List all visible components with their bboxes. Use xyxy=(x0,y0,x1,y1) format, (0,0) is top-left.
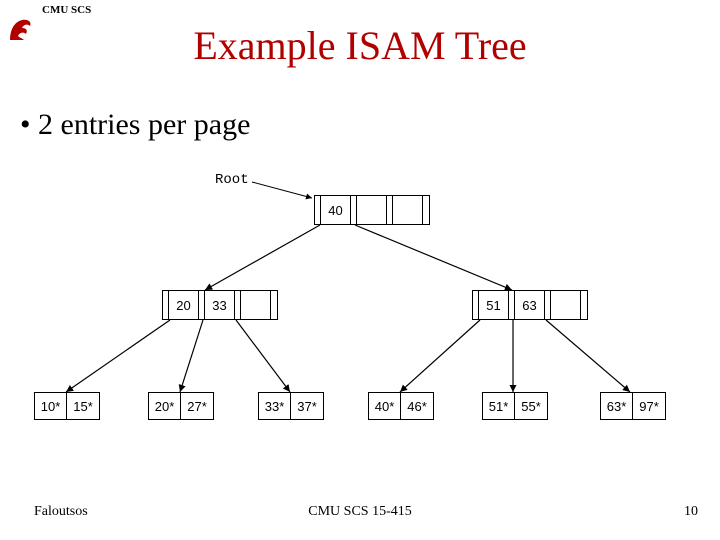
internal-left-key-2 xyxy=(241,291,271,319)
internal-left-key-1: 33 xyxy=(205,291,235,319)
internal-right-key-2 xyxy=(551,291,581,319)
leaf-5-cell-0: 63* xyxy=(601,393,633,419)
leaf-0: 10* 15* xyxy=(34,392,100,420)
internal-node-left: 20 33 xyxy=(162,290,278,320)
leaf-1: 20* 27* xyxy=(148,392,214,420)
bullet-entries-per-page: 2 entries per page xyxy=(20,108,250,142)
internal-right-key-1: 63 xyxy=(515,291,545,319)
leaf-4-cell-1: 55* xyxy=(515,393,547,419)
leaf-4: 51* 55* xyxy=(482,392,548,420)
org-label: CMU SCS xyxy=(42,4,91,16)
leaf-3-cell-1: 46* xyxy=(401,393,433,419)
leaf-5: 63* 97* xyxy=(600,392,666,420)
footer-page-number: 10 xyxy=(684,504,698,520)
leaf-1-cell-0: 20* xyxy=(149,393,181,419)
leaf-0-cell-1: 15* xyxy=(67,393,99,419)
root-key-2 xyxy=(393,196,423,224)
leaf-1-cell-1: 27* xyxy=(181,393,213,419)
slide-title: Example ISAM Tree xyxy=(0,22,720,69)
leaf-2: 33* 37* xyxy=(258,392,324,420)
leaf-0-cell-0: 10* xyxy=(35,393,67,419)
footer-course: CMU SCS 15-415 xyxy=(0,504,720,520)
slide: CMU SCS Example ISAM Tree 2 entries per … xyxy=(0,0,720,540)
leaf-2-cell-1: 37* xyxy=(291,393,323,419)
leaf-3-cell-0: 40* xyxy=(369,393,401,419)
leaf-3: 40* 46* xyxy=(368,392,434,420)
leaf-5-cell-1: 97* xyxy=(633,393,665,419)
internal-node-right: 51 63 xyxy=(472,290,588,320)
internal-left-key-0: 20 xyxy=(169,291,199,319)
root-node: 40 xyxy=(314,195,430,225)
root-key-1 xyxy=(357,196,387,224)
internal-right-key-0: 51 xyxy=(479,291,509,319)
root-label: Root xyxy=(215,172,249,188)
leaf-4-cell-0: 51* xyxy=(483,393,515,419)
leaf-2-cell-0: 33* xyxy=(259,393,291,419)
root-key-0: 40 xyxy=(321,196,351,224)
tree-edges xyxy=(0,0,720,540)
